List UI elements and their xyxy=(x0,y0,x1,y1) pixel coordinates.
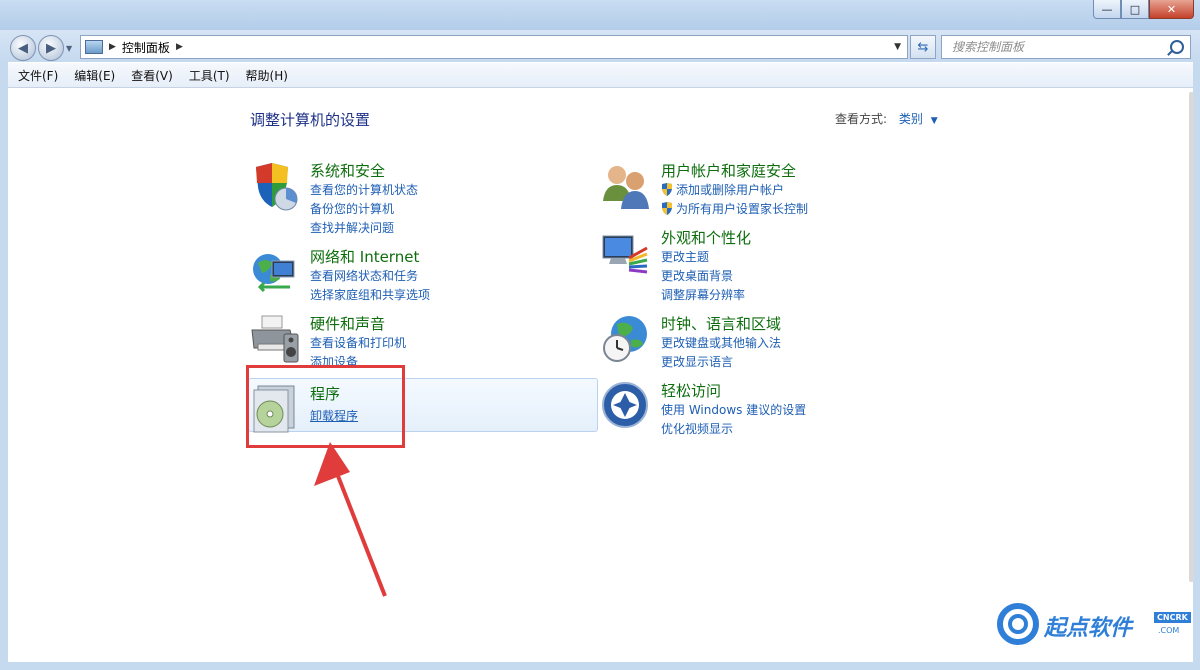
view-by-label: 查看方式: xyxy=(835,112,888,126)
link-backup[interactable]: 备份您的计算机 xyxy=(310,200,394,217)
search-box[interactable] xyxy=(941,35,1191,59)
forward-arrow-icon: ▶ xyxy=(46,40,56,56)
link-homegroup[interactable]: 选择家庭组和共享选项 xyxy=(310,286,430,303)
scrollbar[interactable] xyxy=(1189,92,1194,582)
chevron-down-icon[interactable]: ▼ xyxy=(931,116,938,126)
link-keyboard-input[interactable]: 更改键盘或其他输入法 xyxy=(661,334,781,351)
category-title[interactable]: 外观和个性化 xyxy=(661,227,751,248)
link-check-status[interactable]: 查看您的计算机状态 xyxy=(310,181,418,198)
breadcrumb-control-panel[interactable]: 控制面板 xyxy=(122,39,170,56)
globe-clock-icon xyxy=(603,316,647,362)
refresh-icon: ⇆ xyxy=(917,39,929,55)
watermark-logo: 起点软件 CNCRK .COM xyxy=(996,598,1192,650)
link-network-status[interactable]: 查看网络状态和任务 xyxy=(310,267,418,284)
menu-tools[interactable]: 工具(T) xyxy=(189,67,230,84)
category-title[interactable]: 硬件和声音 xyxy=(310,313,385,334)
control-panel-icon xyxy=(85,40,103,54)
category-title[interactable]: 网络和 Internet xyxy=(310,246,419,267)
close-button[interactable]: ✕ xyxy=(1149,0,1194,19)
window-border-left xyxy=(0,62,8,670)
link-desktop-background[interactable]: 更改桌面背景 xyxy=(661,267,733,284)
link-display-language[interactable]: 更改显示语言 xyxy=(661,353,733,370)
category-title[interactable]: 系统和安全 xyxy=(310,160,385,181)
back-button[interactable]: ◀ xyxy=(10,35,36,61)
title-bar: — □ ✕ xyxy=(0,0,1200,30)
address-bar[interactable]: ▶ 控制面板 ▶ ▼ xyxy=(80,35,908,59)
view-by: 查看方式: 类别 ▼ xyxy=(835,110,938,127)
maximize-button[interactable]: □ xyxy=(1121,0,1149,19)
menu-edit[interactable]: 编辑(E) xyxy=(74,67,115,84)
link-change-theme[interactable]: 更改主题 xyxy=(661,248,709,265)
watermark-text: 起点软件 xyxy=(1044,616,1133,641)
uac-shield-icon xyxy=(662,202,672,215)
link-troubleshoot[interactable]: 查找并解决问题 xyxy=(310,219,394,236)
recent-pages-dropdown-icon[interactable]: ▼ xyxy=(66,44,72,53)
menu-file[interactable]: 文件(F) xyxy=(18,67,58,84)
back-arrow-icon: ◀ xyxy=(18,40,28,56)
address-dropdown-icon[interactable]: ▼ xyxy=(894,42,901,52)
link-label[interactable]: 为所有用户设置家长控制 xyxy=(676,200,808,217)
watermark-sub: .COM xyxy=(1158,626,1180,635)
category-title[interactable]: 时钟、语言和区域 xyxy=(661,313,781,334)
menu-view[interactable]: 查看(V) xyxy=(131,67,173,84)
view-by-dropdown[interactable]: 类别 xyxy=(899,112,923,126)
category-title[interactable]: 轻松访问 xyxy=(661,380,721,401)
ease-of-access-icon xyxy=(602,382,648,428)
menu-help[interactable]: 帮助(H) xyxy=(246,67,288,84)
annotation-arrow-icon xyxy=(314,442,387,597)
minimize-button[interactable]: — xyxy=(1093,0,1121,19)
search-icon[interactable] xyxy=(1170,40,1184,54)
window-controls: — □ ✕ xyxy=(1093,0,1194,19)
breadcrumb-separator-icon[interactable]: ▶ xyxy=(176,42,183,52)
breadcrumb-separator-icon[interactable]: ▶ xyxy=(109,42,116,52)
link-optimize-display[interactable]: 优化视频显示 xyxy=(661,420,733,437)
shield-pie-icon xyxy=(256,163,298,211)
category-title[interactable]: 用户帐户和家庭安全 xyxy=(661,160,796,181)
navigation-bar: ◀ ▶ ▼ ▶ 控制面板 ▶ ▼ ⇆ xyxy=(0,30,1200,62)
forward-button[interactable]: ▶ xyxy=(38,35,64,61)
link-recommended-settings[interactable]: 使用 Windows 建议的设置 xyxy=(661,401,806,418)
menu-bar: 文件(F) 编辑(E) 查看(V) 工具(T) 帮助(H) xyxy=(8,63,1193,88)
link-add-remove-accounts[interactable]: 添加或删除用户帐户 xyxy=(661,181,784,198)
watermark-tag: CNCRK xyxy=(1154,612,1191,623)
link-devices-printers[interactable]: 查看设备和打印机 xyxy=(310,334,406,351)
link-parental-controls[interactable]: 为所有用户设置家长控制 xyxy=(661,200,808,217)
network-globe-icon xyxy=(253,254,295,293)
printer-speaker-icon xyxy=(251,315,299,363)
logo-swirl-icon xyxy=(997,603,1039,645)
uac-shield-icon xyxy=(662,183,672,196)
link-label[interactable]: 添加或删除用户帐户 xyxy=(676,181,784,198)
monitor-palette-icon xyxy=(602,235,648,274)
window-border-right xyxy=(1193,62,1200,670)
users-icon xyxy=(603,166,649,209)
link-screen-resolution[interactable]: 调整屏幕分辨率 xyxy=(661,286,745,303)
search-input[interactable] xyxy=(950,39,1170,55)
refresh-button[interactable]: ⇆ xyxy=(910,35,936,59)
window-border-bottom xyxy=(0,662,1200,670)
page-title: 调整计算机的设置 xyxy=(250,111,371,129)
